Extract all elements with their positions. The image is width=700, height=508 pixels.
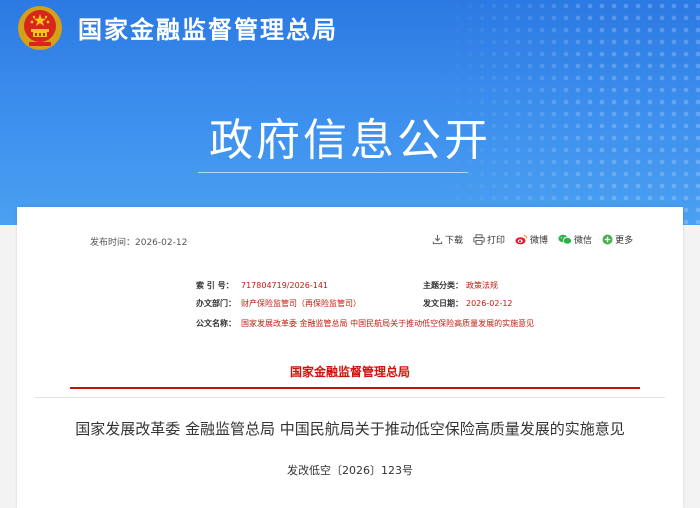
meta-category-row: 主题分类： 政策法规 (423, 280, 498, 291)
banner-title: 政府信息公开 (209, 115, 491, 166)
print-label: 打印 (487, 236, 506, 246)
document-title: 国家发展改革委 金融监管总局 中国民航局关于推动低空保险高质量发展的实施意见 (75, 420, 625, 438)
wechat-icon (558, 234, 573, 245)
site-title[interactable]: 国家金融监督管理总局 (78, 10, 338, 45)
meta-index-label: 索 引 号： (196, 281, 234, 290)
meta-date-value: 2026-02-12 (466, 299, 513, 308)
meta-category-label: 主题分类： (423, 281, 463, 290)
printer-icon (473, 234, 485, 245)
meta-index-value: 717804719/2026-141 (241, 281, 329, 290)
download-button[interactable]: 下载 (432, 233, 463, 246)
wechat-label: 微信 (574, 236, 593, 246)
issuer-heading: 国家金融监督管理总局 (289, 365, 410, 379)
meta-date-row: 发文日期： 2026-02-12 (423, 298, 513, 309)
download-label: 下载 (445, 236, 464, 246)
meta-subject-value: 国家发展改革委 金融监管总局 中国民航局关于推动低空保险高质量发展的实施意见 (241, 319, 535, 328)
document-number: 发改低空〔2026〕123号 (287, 464, 413, 477)
weibo-label: 微博 (530, 236, 549, 246)
print-button[interactable]: 打印 (473, 233, 505, 246)
meta-date-label: 发文日期： (423, 299, 463, 308)
header-banner: 国家金融监督管理总局 政府信息公开 (0, 0, 700, 225)
weibo-share-button[interactable]: 微博 (515, 233, 548, 246)
share-toolbar: 下载 打印 微博 微信 更多 (432, 233, 633, 246)
weibo-icon (515, 234, 528, 245)
national-emblem-icon (18, 6, 62, 50)
download-icon (432, 234, 443, 245)
wechat-share-button[interactable]: 微信 (558, 233, 592, 246)
banner-underline (198, 172, 468, 173)
meta-index-row: 索 引 号： 717804719/2026-141 (196, 280, 328, 291)
more-label: 更多 (615, 236, 634, 246)
meta-dept-value: 财产保险监管司（再保险监管司） (241, 299, 361, 308)
meta-dept-label: 办文部门： (196, 299, 236, 308)
meta-subject-label: 公文名称： (196, 319, 236, 328)
red-header-rule (70, 387, 640, 389)
publish-date: 发布时间：2026-02-12 (90, 238, 188, 248)
meta-subject-row: 公文名称： 国家发展改革委 金融监管总局 中国民航局关于推动低空保险高质量发展的实… (196, 317, 541, 331)
meta-category-value: 政策法规 (466, 281, 498, 290)
section-divider (35, 397, 665, 398)
more-share-button[interactable]: 更多 (602, 233, 633, 246)
meta-dept-row: 办文部门： 财产保险监管司（再保险监管司） (196, 298, 361, 309)
plus-circle-icon (602, 234, 613, 245)
